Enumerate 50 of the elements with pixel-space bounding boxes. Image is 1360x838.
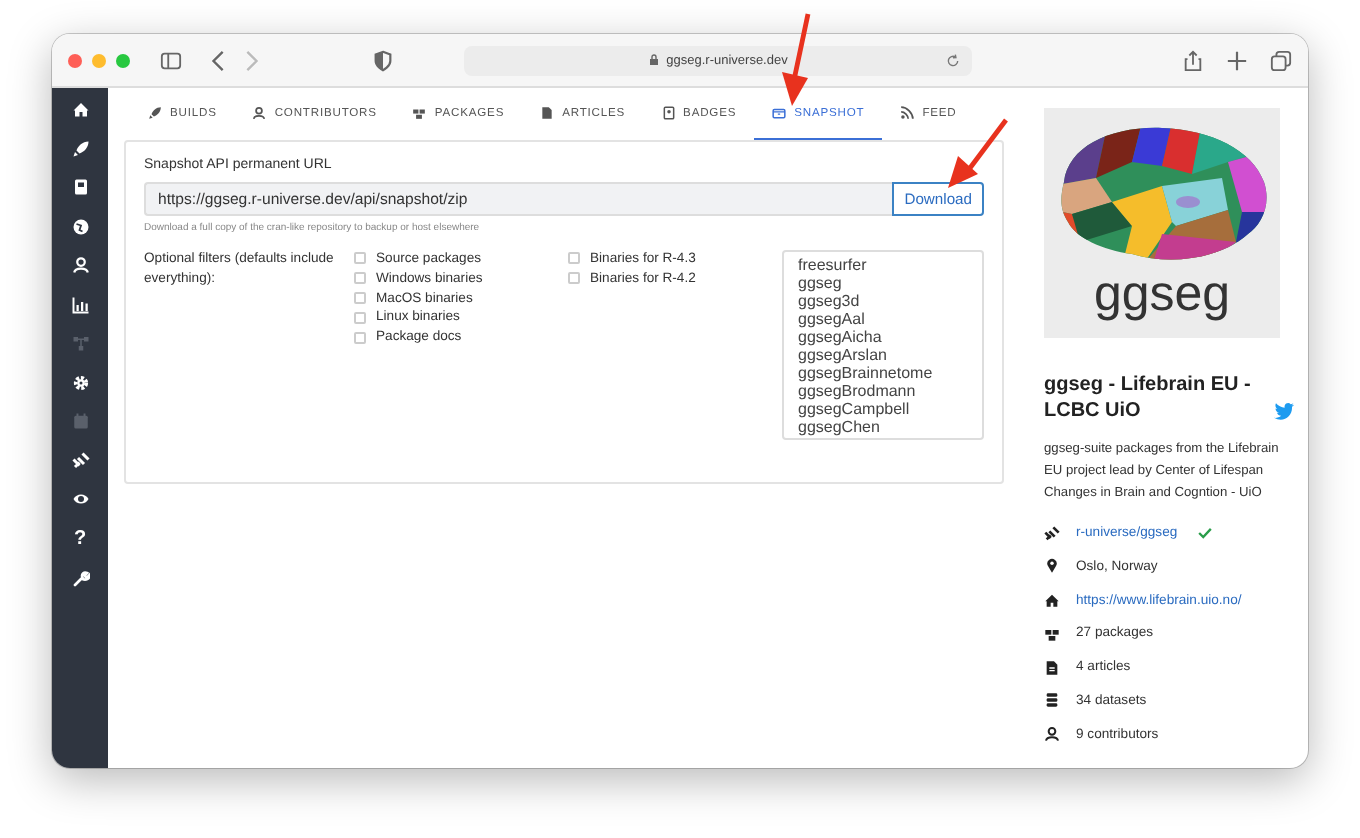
boxes-icon [1044,625,1060,642]
boxes-icon [412,106,427,120]
organization-name: ggseg - Lifebrain EU - LCBC UiO [1044,372,1253,424]
list-item[interactable]: ggsegBrodmann [798,382,968,400]
user-icon [1044,726,1060,743]
plus-icon[interactable] [1226,49,1248,71]
list-item[interactable]: freesurfer [798,256,968,274]
checkbox[interactable] [354,252,366,265]
user-icon [252,106,267,120]
list-item[interactable]: ggseg3d [798,292,968,310]
checkbox[interactable] [568,252,580,265]
list-item[interactable]: ggsegAicha [798,328,968,346]
home-icon [1044,592,1060,609]
pin-icon [1044,558,1060,575]
checkbox[interactable] [354,292,366,305]
document-icon [540,106,555,120]
sidebar-icon[interactable] [160,49,182,71]
package-list[interactable]: freesurfer ggseg ggseg3d ggsegAal ggsegAicha ggsegArslan ggsegBrainnetome ggsegBrodmann ggsegCampbell ggsegChen [782,250,984,440]
checkbox[interactable] [354,272,366,285]
list-item[interactable]: ggseg [798,274,968,292]
chart-icon[interactable] [71,295,89,313]
list-item[interactable]: ggsegCampbell [798,400,968,418]
bird-icon[interactable] [1274,402,1294,420]
book-icon[interactable] [71,178,89,196]
list-item[interactable]: ggsegChen [798,418,968,436]
home-icon[interactable] [71,100,89,118]
wrench-icon[interactable] [71,570,89,588]
checkbox[interactable] [568,272,580,285]
annotation-arrow [944,116,1012,192]
lock-icon [648,54,661,66]
user-icon[interactable] [71,256,89,274]
document-icon [1044,659,1060,676]
rss-icon [900,106,915,120]
list-item[interactable]: ggsegBrainnetome [798,364,968,382]
tabs-icon[interactable] [1270,49,1292,71]
list-item[interactable]: ggsegAal [798,310,968,328]
share-icon[interactable] [1182,49,1204,71]
list-item[interactable]: ggsegArslan [798,346,968,364]
settings-icon[interactable] [71,373,89,391]
logo-text: ggseg [1093,266,1231,322]
checkbox[interactable] [354,331,366,344]
close-button[interactable] [68,53,82,67]
help-link[interactable]: ? [73,529,87,549]
reload-icon[interactable] [946,53,960,67]
checkbox[interactable] [354,311,366,324]
archive-icon [772,106,787,120]
eye-icon[interactable] [71,490,89,508]
badge-icon [661,106,676,120]
shield-icon[interactable] [372,49,394,71]
database-icon [1044,692,1060,709]
